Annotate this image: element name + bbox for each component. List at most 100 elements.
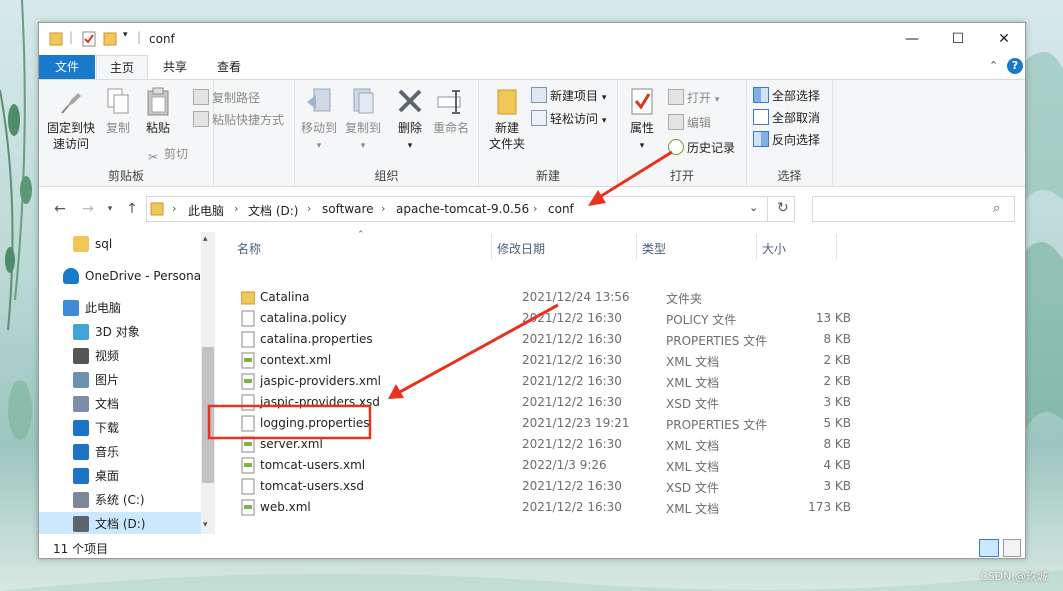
details-view-icon[interactable] xyxy=(979,539,999,557)
column-header-size[interactable]: 大小 xyxy=(762,240,786,257)
new-folder-quick-icon[interactable] xyxy=(103,31,117,47)
breadcrumb-this-pc[interactable]: 此电脑 xyxy=(188,202,224,219)
copy-icon xyxy=(107,88,129,114)
pictures-icon xyxy=(73,372,89,388)
nav-item[interactable]: 3D 对象 xyxy=(39,320,201,344)
close-button[interactable]: ✕ xyxy=(981,23,1025,55)
pin-quick-access-button[interactable]: 固定到快 速访问 xyxy=(45,86,97,152)
nav-item[interactable]: 文档 xyxy=(39,392,201,416)
cut-button[interactable]: ✂ 剪切 xyxy=(145,144,188,164)
tab-home[interactable]: 主页 xyxy=(96,55,148,80)
new-item-button[interactable]: 新建项目 ▾ xyxy=(531,86,606,106)
edit-button[interactable]: 编辑 xyxy=(668,113,711,133)
up-button[interactable]: ↑ xyxy=(123,200,141,218)
item-count: 11 个项目 xyxy=(53,542,109,556)
scroll-up-icon[interactable]: ▴ xyxy=(203,234,208,244)
file-size: 8 KB xyxy=(823,332,851,346)
nav-item-label: 文档 (D:) xyxy=(95,517,146,531)
select-none-button[interactable]: 全部取消 xyxy=(753,108,820,128)
scroll-down-icon[interactable]: ▾ xyxy=(203,520,208,530)
file-row[interactable]: tomcat-users.xml 2022/1/3 9:26 XML 文档 4 KB xyxy=(233,455,851,476)
file-row[interactable]: web.xml 2021/12/2 16:30 XML 文档 173 KB xyxy=(233,497,851,518)
tab-share[interactable]: 共享 xyxy=(149,55,201,80)
history-button[interactable]: 历史记录 xyxy=(668,138,735,158)
delete-button[interactable]: 删除 ▾ xyxy=(393,86,427,154)
new-folder-button[interactable]: 新建 文件夹 xyxy=(487,86,527,152)
nav-item[interactable]: 文档 (D:) xyxy=(39,512,201,536)
nav-item[interactable]: 系统 (C:) xyxy=(39,488,201,512)
invert-selection-button[interactable]: 反向选择 xyxy=(753,130,820,150)
easy-access-icon xyxy=(531,110,547,126)
new-item-icon xyxy=(531,87,547,103)
file-row[interactable]: tomcat-users.xsd 2021/12/2 16:30 XSD 文件 3 K… xyxy=(233,476,851,497)
properties-button[interactable]: 属性 ▾ xyxy=(624,86,660,154)
recent-locations-button[interactable]: ▾ xyxy=(101,200,119,218)
breadcrumb-conf[interactable]: conf xyxy=(548,202,574,216)
copy-button[interactable]: 复制 xyxy=(101,86,135,136)
large-icons-view-icon[interactable] xyxy=(1003,539,1021,557)
separator: | xyxy=(69,30,74,44)
nav-scrollbar[interactable]: ▴ ▾ xyxy=(201,232,215,534)
paste-icon xyxy=(147,87,169,116)
copy-to-button[interactable]: 复制到 ▾ xyxy=(343,86,383,154)
file-row[interactable]: logging.properties 2021/12/23 19:21 PROPER… xyxy=(233,413,851,434)
nav-scrollbar-thumb[interactable] xyxy=(202,347,214,483)
back-button[interactable]: ← xyxy=(51,200,69,218)
collapse-ribbon-icon[interactable]: ⌃ xyxy=(989,59,998,72)
close-icon: ✕ xyxy=(998,31,1010,47)
breadcrumb-tomcat[interactable]: apache-tomcat-9.0.56 xyxy=(396,202,529,216)
minimize-button[interactable]: — xyxy=(889,23,935,55)
nav-item[interactable]: 桌面 xyxy=(39,464,201,488)
address-dropdown-icon[interactable]: ⌄ xyxy=(749,201,758,214)
column-divider xyxy=(491,234,492,260)
column-header-date[interactable]: 修改日期 xyxy=(497,240,545,257)
tab-file[interactable]: 文件 xyxy=(39,55,95,80)
rename-button[interactable]: 重命名 xyxy=(431,86,471,136)
column-header-name[interactable]: 名称 xyxy=(237,240,261,257)
new-item-label: 新建项目 xyxy=(550,89,599,103)
file-row[interactable]: Catalina 2021/12/24 13:56 文件夹 xyxy=(233,287,833,308)
refresh-icon[interactable]: ↻ xyxy=(777,200,789,216)
nav-item[interactable]: 视频 xyxy=(39,344,201,368)
select-none-icon xyxy=(753,109,769,125)
breadcrumb-drive-d[interactable]: 文档 (D:) xyxy=(248,202,298,219)
properties-quick-icon[interactable] xyxy=(81,31,97,47)
easy-access-button[interactable]: 轻松访问 ▾ xyxy=(531,109,606,129)
search-icon[interactable]: ⌕ xyxy=(993,201,1000,216)
select-all-button[interactable]: 全部选择 xyxy=(753,86,820,106)
address-bar[interactable]: › 此电脑 › 文档 (D:) › software › apache-tomc… xyxy=(146,196,795,222)
nav-item[interactable]: 图片 xyxy=(39,368,201,392)
file-row[interactable]: jaspic-providers.xml 2021/12/2 16:30 XML 文… xyxy=(233,371,851,392)
file-date: 2021/12/2 16:30 xyxy=(522,437,622,451)
nav-item[interactable]: 下载 xyxy=(39,416,201,440)
move-to-button[interactable]: 移动到 ▾ xyxy=(299,86,339,154)
select-all-label: 全部选择 xyxy=(772,89,821,103)
nav-item-label: sql xyxy=(95,237,113,251)
help-icon[interactable]: ? xyxy=(1007,58,1023,74)
clipboard-group-extension xyxy=(214,80,295,186)
pin-icon xyxy=(61,93,81,114)
forward-button[interactable]: → xyxy=(79,200,97,218)
file-row[interactable]: catalina.policy 2021/12/2 16:30 POLICY 文件 1… xyxy=(233,308,851,329)
nav-item[interactable]: OneDrive - Persona xyxy=(39,264,201,288)
nav-item[interactable]: 此电脑 xyxy=(39,296,201,320)
breadcrumb-software[interactable]: software xyxy=(322,202,374,216)
customize-toolbar-icon[interactable]: ▾ xyxy=(123,30,128,40)
file-row[interactable]: context.xml 2021/12/2 16:30 XML 文档 2 KB xyxy=(233,350,851,371)
tab-view[interactable]: 查看 xyxy=(203,55,255,80)
search-box[interactable]: ⌕ xyxy=(812,196,1015,222)
open-label: 打开 xyxy=(687,91,712,105)
file-row[interactable]: catalina.properties 2021/12/2 16:30 PROPER… xyxy=(233,329,851,350)
column-header-type[interactable]: 类型 xyxy=(642,240,666,257)
paste-button[interactable]: 粘贴 xyxy=(141,86,175,136)
file-name: server.xml xyxy=(260,437,323,451)
file-row[interactable]: jaspic-providers.xsd 2021/12/2 16:30 XSD 文… xyxy=(233,392,851,413)
organize-group-label: 组织 xyxy=(374,169,399,183)
nav-item[interactable]: 音乐 xyxy=(39,440,201,464)
file-date: 2021/12/2 16:30 xyxy=(522,395,622,409)
maximize-icon: ☐ xyxy=(951,31,965,47)
file-row[interactable]: server.xml 2021/12/2 16:30 XML 文档 8 KB xyxy=(233,434,851,455)
maximize-button[interactable]: ☐ xyxy=(935,23,981,55)
nav-item[interactable]: sql xyxy=(39,232,201,256)
open-button[interactable]: 打开 ▾ xyxy=(668,88,719,108)
